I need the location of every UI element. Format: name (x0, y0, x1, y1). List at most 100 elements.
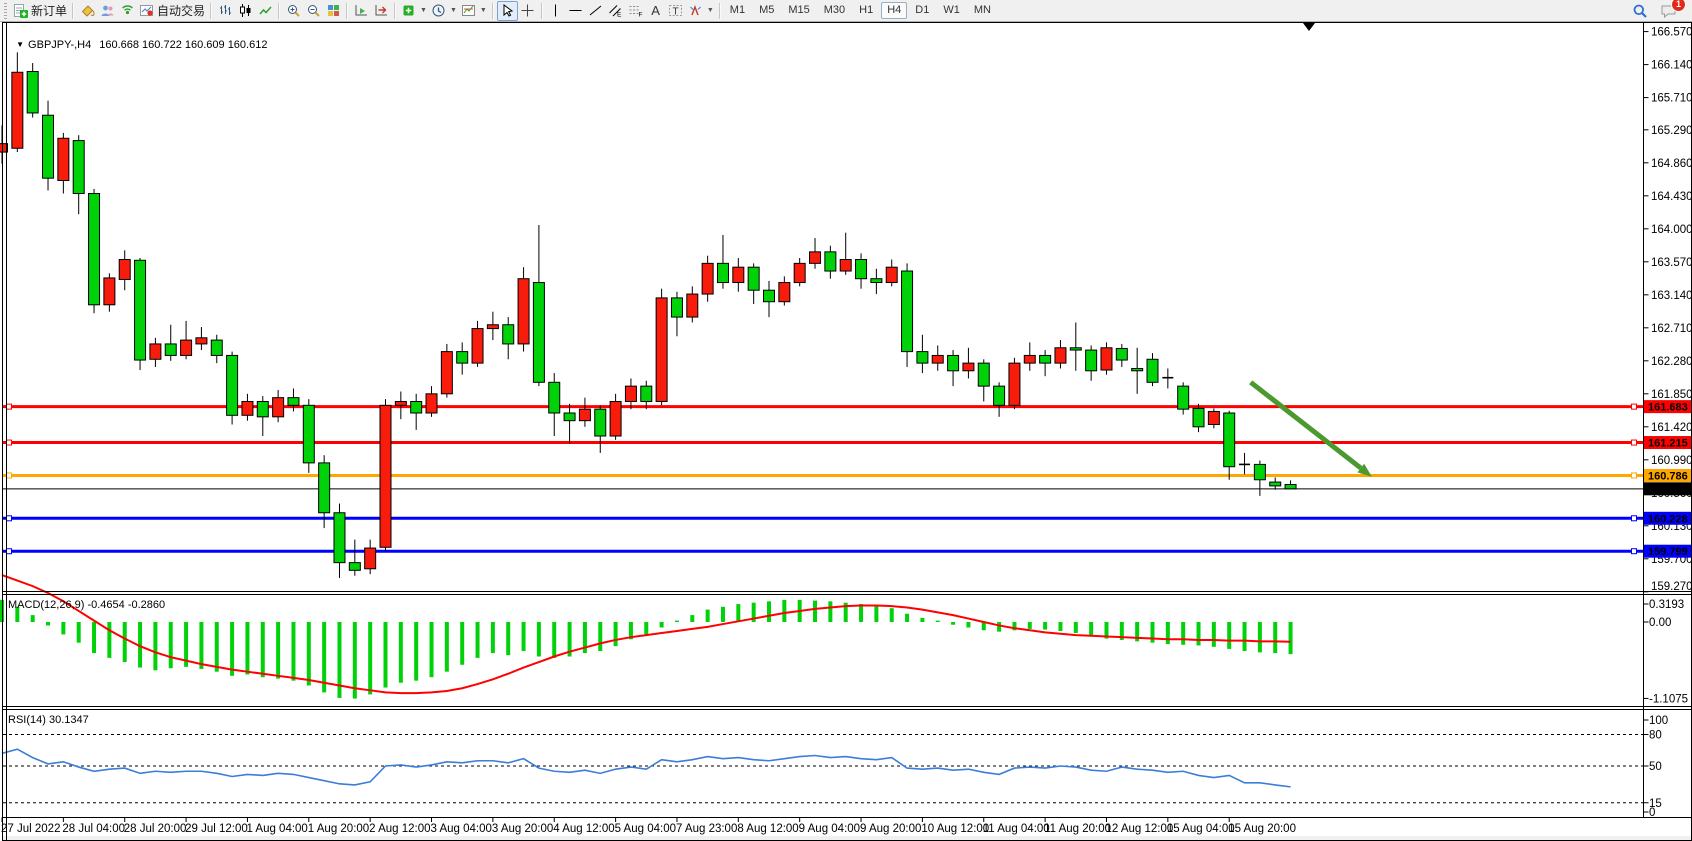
community-icon (100, 3, 115, 18)
periods-clock-icon (431, 3, 446, 18)
svg-text:9 Aug 04:00: 9 Aug 04:00 (799, 823, 860, 835)
auto-trading-label: 自动交易 (157, 2, 205, 19)
svg-text:11 Aug 20:00: 11 Aug 20:00 (1044, 823, 1111, 835)
toolbar-separator (72, 3, 74, 19)
chart-title: ▼GBPJPY-,H4160.668 160.722 160.609 160.6… (10, 27, 267, 51)
indicators-icon (401, 3, 416, 18)
chart-shift-button[interactable] (371, 1, 391, 21)
svg-text:159.799: 159.799 (1648, 546, 1688, 558)
cursor-button[interactable] (497, 1, 518, 21)
svg-text:5 Aug 04:00: 5 Aug 04:00 (615, 823, 676, 835)
equidistant-channel-button[interactable]: E (606, 1, 626, 21)
signals-button[interactable] (117, 1, 137, 21)
periods-button[interactable]: ▼ (429, 1, 459, 21)
svg-text:28 Jul 04:00: 28 Jul 04:00 (62, 823, 125, 835)
fibonacci-button[interactable]: F (626, 1, 646, 21)
paint-bucket-icon (80, 3, 95, 18)
timeframe-m5-button[interactable]: M5 (753, 2, 780, 19)
dropdown-arrow-icon: ▼ (420, 7, 427, 14)
auto-scroll-button[interactable] (351, 1, 371, 21)
text-label-button[interactable]: T (666, 1, 686, 21)
timeframe-m30-button[interactable]: M30 (818, 2, 851, 19)
svg-text:164.000: 164.000 (1651, 224, 1692, 236)
svg-text:161.683: 161.683 (1648, 402, 1688, 414)
svg-text:160.612: 160.612 (1648, 484, 1688, 496)
auto-trading-button[interactable]: 自动交易 (137, 1, 207, 21)
svg-text:162.280: 162.280 (1651, 356, 1692, 368)
toolbar-separator (719, 3, 721, 19)
horizontal-line-button[interactable] (566, 1, 586, 21)
trendline-icon (588, 3, 603, 18)
community-button[interactable] (97, 1, 117, 21)
svg-text:T: T (673, 7, 679, 18)
templates-button[interactable]: ▼ (459, 1, 489, 21)
paint-bucket-button[interactable] (77, 1, 97, 21)
timeframe-w1-button[interactable]: W1 (937, 2, 966, 19)
svg-text:7 Aug 23:00: 7 Aug 23:00 (676, 823, 737, 835)
svg-text:3 Aug 20:00: 3 Aug 20:00 (492, 823, 553, 835)
chart-svg[interactable]: 166.570166.140165.710165.290164.860164.4… (0, 0, 1692, 841)
svg-text:28 Jul 20:00: 28 Jul 20:00 (124, 823, 187, 835)
timeframe-m1-button[interactable]: M1 (724, 2, 751, 19)
trendline-button[interactable] (586, 1, 606, 21)
line-chart-button[interactable] (255, 1, 275, 21)
svg-text:161.215: 161.215 (1648, 438, 1688, 450)
timeframe-h4-button[interactable]: H4 (881, 2, 907, 19)
fibonacci-icon: F (628, 3, 643, 18)
candlestick-chart-icon (238, 3, 253, 18)
svg-text:0: 0 (1649, 807, 1655, 819)
horizontal-price-lines[interactable] (3, 404, 1643, 554)
search-button[interactable] (1630, 1, 1650, 21)
svg-text:-1.1075: -1.1075 (1649, 693, 1688, 705)
svg-text:1 Aug 04:00: 1 Aug 04:00 (246, 823, 307, 835)
line-chart-icon (258, 3, 273, 18)
zoom-in-button[interactable] (283, 1, 303, 21)
candlestick-chart-button[interactable] (235, 1, 255, 21)
timeframe-d1-button[interactable]: D1 (909, 2, 935, 19)
timeframe-h1-button[interactable]: H1 (853, 2, 879, 19)
templates-icon (461, 3, 476, 18)
indicators-button[interactable]: ▼ (399, 1, 429, 21)
toolbar-separator (346, 3, 348, 19)
svg-text:50: 50 (1649, 761, 1662, 773)
svg-text:10 Aug 12:00: 10 Aug 12:00 (921, 823, 989, 835)
timeframe-bar: M1M5M15M30H1H4D1W1MN (724, 2, 997, 19)
svg-text:164.430: 164.430 (1651, 191, 1692, 203)
svg-text:164.860: 164.860 (1651, 158, 1692, 170)
svg-text:11 Aug 04:00: 11 Aug 04:00 (983, 823, 1050, 835)
zoom-out-button[interactable] (303, 1, 323, 21)
bar-chart-button[interactable] (215, 1, 235, 21)
svg-text:160.786: 160.786 (1648, 470, 1688, 482)
svg-text:0.00: 0.00 (1649, 617, 1671, 629)
zoom-in-icon (286, 3, 301, 18)
svg-text:29 Jul 12:00: 29 Jul 12:00 (185, 823, 248, 835)
svg-text:8 Aug 12:00: 8 Aug 12:00 (737, 823, 798, 835)
text-button[interactable]: A (646, 1, 666, 21)
svg-text:4 Aug 12:00: 4 Aug 12:00 (553, 823, 614, 835)
new-order-button[interactable]: 新订单 (11, 1, 69, 21)
timeframe-m15-button[interactable]: M15 (782, 2, 815, 19)
tile-windows-button[interactable] (323, 1, 343, 21)
timeframe-mn-button[interactable]: MN (968, 2, 997, 19)
time-axis[interactable]: 27 Jul 202228 Jul 04:0028 Jul 20:0029 Ju… (1, 818, 1692, 841)
toolbar-right-group: 1 (1630, 1, 1690, 21)
vertical-line-icon (548, 3, 563, 18)
price-axis[interactable]: 166.570166.140165.710165.290164.860164.4… (1644, 22, 1692, 819)
svg-text:160.228: 160.228 (1648, 513, 1688, 525)
toolbar-separator (394, 3, 396, 19)
zoom-out-icon (306, 3, 321, 18)
svg-text:1 Aug 20:00: 1 Aug 20:00 (308, 823, 369, 835)
svg-text:165.710: 165.710 (1651, 93, 1692, 105)
svg-text:15 Aug 20:00: 15 Aug 20:00 (1228, 823, 1296, 835)
new-order-icon (13, 3, 28, 18)
rsi-line (2, 749, 1291, 787)
vertical-line-button[interactable] (546, 1, 566, 21)
trend-arrow-annotation[interactable] (1251, 382, 1372, 476)
arrows-button[interactable]: ▼ (686, 1, 716, 21)
chart-shift-marker[interactable] (1303, 23, 1315, 31)
crosshair-button[interactable] (518, 1, 538, 21)
dropdown-arrow-icon: ▼ (707, 7, 714, 14)
collapse-triangle-icon[interactable]: ▼ (16, 40, 24, 49)
chat-button[interactable]: 1 (1658, 1, 1680, 21)
svg-text:166.570: 166.570 (1651, 27, 1692, 39)
